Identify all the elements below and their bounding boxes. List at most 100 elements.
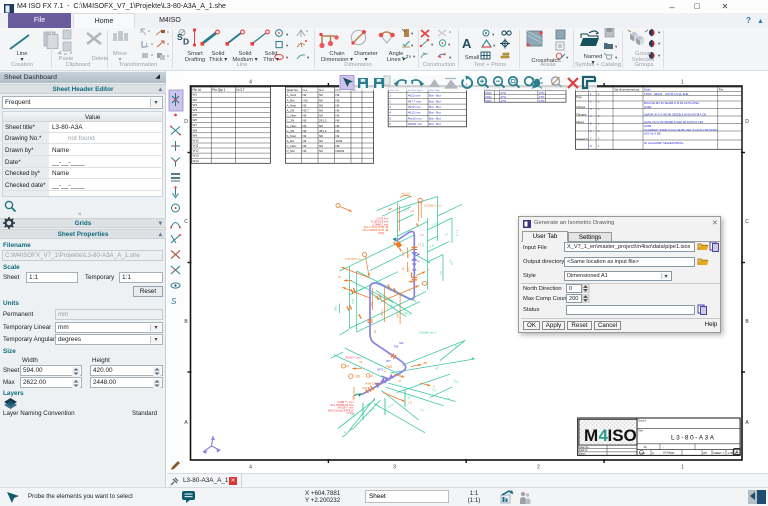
svg-text:N9: N9 [303,114,307,118]
svg-text:Pin Qty 1: Pin Qty 1 [212,88,225,92]
svg-text:N9: N9 [336,129,340,133]
svg-text:W13: W13 [193,154,200,158]
svg-text:N9: N9 [303,124,307,128]
svg-text:w: w [418,259,421,263]
svg-text:3: 3 [393,465,396,471]
svg-text:N9: N9 [336,98,340,102]
svg-text:N9: N9 [319,103,323,107]
svg-text:Status: Status [579,453,587,456]
svg-text:291.2: 291.2 [319,119,327,123]
svg-text:-01: -01 [643,445,647,449]
svg-text:N9: N9 [303,149,307,153]
svg-text:08: 08 [373,330,376,333]
svg-text:2: 2 [537,465,540,471]
svg-text:▾: ▾ [615,44,618,49]
svg-text:N9: N9 [319,144,323,148]
svg-text:Omd.A: Omd.A [638,419,646,423]
svg-text:(7.84): (7.84) [346,411,353,415]
svg-text:W8: W8 [193,128,198,132]
svg-text:451.2: 451.2 [319,129,327,133]
svg-text:N9: N9 [303,119,307,123]
svg-text:A_Nwn: A_Nwn [287,103,297,107]
svg-text:180: 180 [370,302,374,307]
svg-text:1 OF: 1 OF [728,451,734,455]
svg-text:1.8: 1.8 [408,401,412,405]
svg-text:2: 2 [590,99,592,103]
svg-text:N9: N9 [336,93,340,97]
svg-text:▾: ▾ [658,41,661,46]
svg-text:1.3: 1.3 [418,244,422,247]
svg-text:30T1: 30T1 [377,368,384,372]
svg-text:W14: W14 [193,159,200,163]
svg-text:W2: W2 [193,98,198,102]
svg-text:150: 150 [406,253,410,258]
svg-text:Make: Make [644,87,651,91]
svg-text:N9: N9 [319,124,323,128]
svg-text:N9: N9 [336,124,340,128]
svg-text:S: S [171,297,177,306]
svg-text:But - But: But - But [429,94,441,98]
svg-text:2.5: 2.5 [420,407,425,412]
svg-text:N9: N9 [336,103,340,107]
svg-text:24: 24 [338,275,342,279]
svg-text:I-92: I-92 [303,98,309,102]
svg-text:N9: N9 [319,98,323,102]
svg-text:Flanges: Flanges [576,112,587,116]
svg-text:3F GwGdWEF SE32E2d BRA: 3F GwGdWEF SE32E2d BRAG [644,141,683,145]
svg-text:w: w [344,431,346,434]
svg-text:180: 180 [355,375,361,379]
svg-text:1.3: 1.3 [354,325,357,329]
svg-text:A: A [462,36,472,51]
svg-text:18: 18 [398,380,401,383]
svg-text:1: 1 [681,465,684,471]
svg-text:N9: N9 [336,114,340,118]
svg-text:▾: ▾ [411,43,414,48]
svg-text:3.2: 3.2 [439,271,443,275]
svg-text:Gasket b: Gasket b [576,137,588,141]
svg-text:W11: W11 [193,144,199,148]
svg-text:C_2N: C_2N [287,119,295,123]
svg-text:▾: ▾ [307,55,310,60]
svg-text:N9: N9 [319,109,323,113]
svg-text:05.1: 05.1 [351,299,354,304]
svg-text:T4W0 SE324 ASTM A CQL SHE: T4W0 SE324 ASTM A CQL SHE [644,92,688,96]
svg-text:N9: N9 [336,144,340,148]
svg-text:8: 8 [409,289,411,292]
svg-text:A_Rw: A_Rw [287,98,296,102]
svg-text:SldPcR W S.O W0 80 SE32B & W: SldPcR W S.O W0 80 SE32B & W 80 ASTM A C… [644,113,706,117]
svg-text:8: 8 [590,144,592,148]
svg-text:N9: N9 [319,149,323,153]
svg-text:W08 1B 10B: W08 1B 10B [365,382,382,386]
svg-text:N9: N9 [319,114,323,118]
svg-text:FW: FW [394,345,399,349]
svg-text:1.3 2: 1.3 2 [387,403,394,409]
svg-text:S_Nwn: S_Nwn [287,134,297,138]
svg-text:▾: ▾ [492,32,495,37]
svg-text:1: 1 [598,99,600,103]
svg-text:Std dimensioned pip: Std dimensioned pip [614,87,640,91]
svg-text:N9: N9 [303,103,307,107]
svg-text:3 8.2: 3 8.2 [453,378,460,384]
svg-text:SW: SW [399,341,404,345]
svg-text:+7b4 6/4800/7979) uB: +7b4 6/4800/7979) uB [362,228,389,232]
svg-text:Mixed: Mixed [576,120,584,124]
svg-text:▾: ▾ [411,31,414,36]
svg-text:180: 180 [396,313,400,318]
svg-text:But - But: But - But [429,122,441,126]
svg-text:402.2: 402.2 [380,309,384,316]
svg-text:27%: 27% [539,99,545,103]
svg-text:8: 8 [433,385,435,389]
svg-text:A23 Ga S BE: A23 Ga S BE [644,132,661,136]
svg-text:C_Nwn: C_Nwn [287,144,297,148]
svg-text:N9: N9 [303,93,307,97]
svg-text:1 7.4: 1 7.4 [455,230,459,236]
svg-text:(7b4): (7b4) [378,232,384,235]
svg-text:-: - [663,446,664,449]
svg-text:▾: ▾ [431,42,434,47]
svg-text:A: A [184,420,188,426]
svg-text:3: 3 [590,107,592,111]
svg-text:But - But: But - But [429,111,441,115]
svg-text:4: 4 [249,465,252,471]
svg-text:NW2: NW2 [485,99,492,103]
svg-text:GATE VA LV 80 SE32B & W&L 8: GATE VA LV 80 SE32B & W&L 80 ASTM A CPd [644,120,704,124]
